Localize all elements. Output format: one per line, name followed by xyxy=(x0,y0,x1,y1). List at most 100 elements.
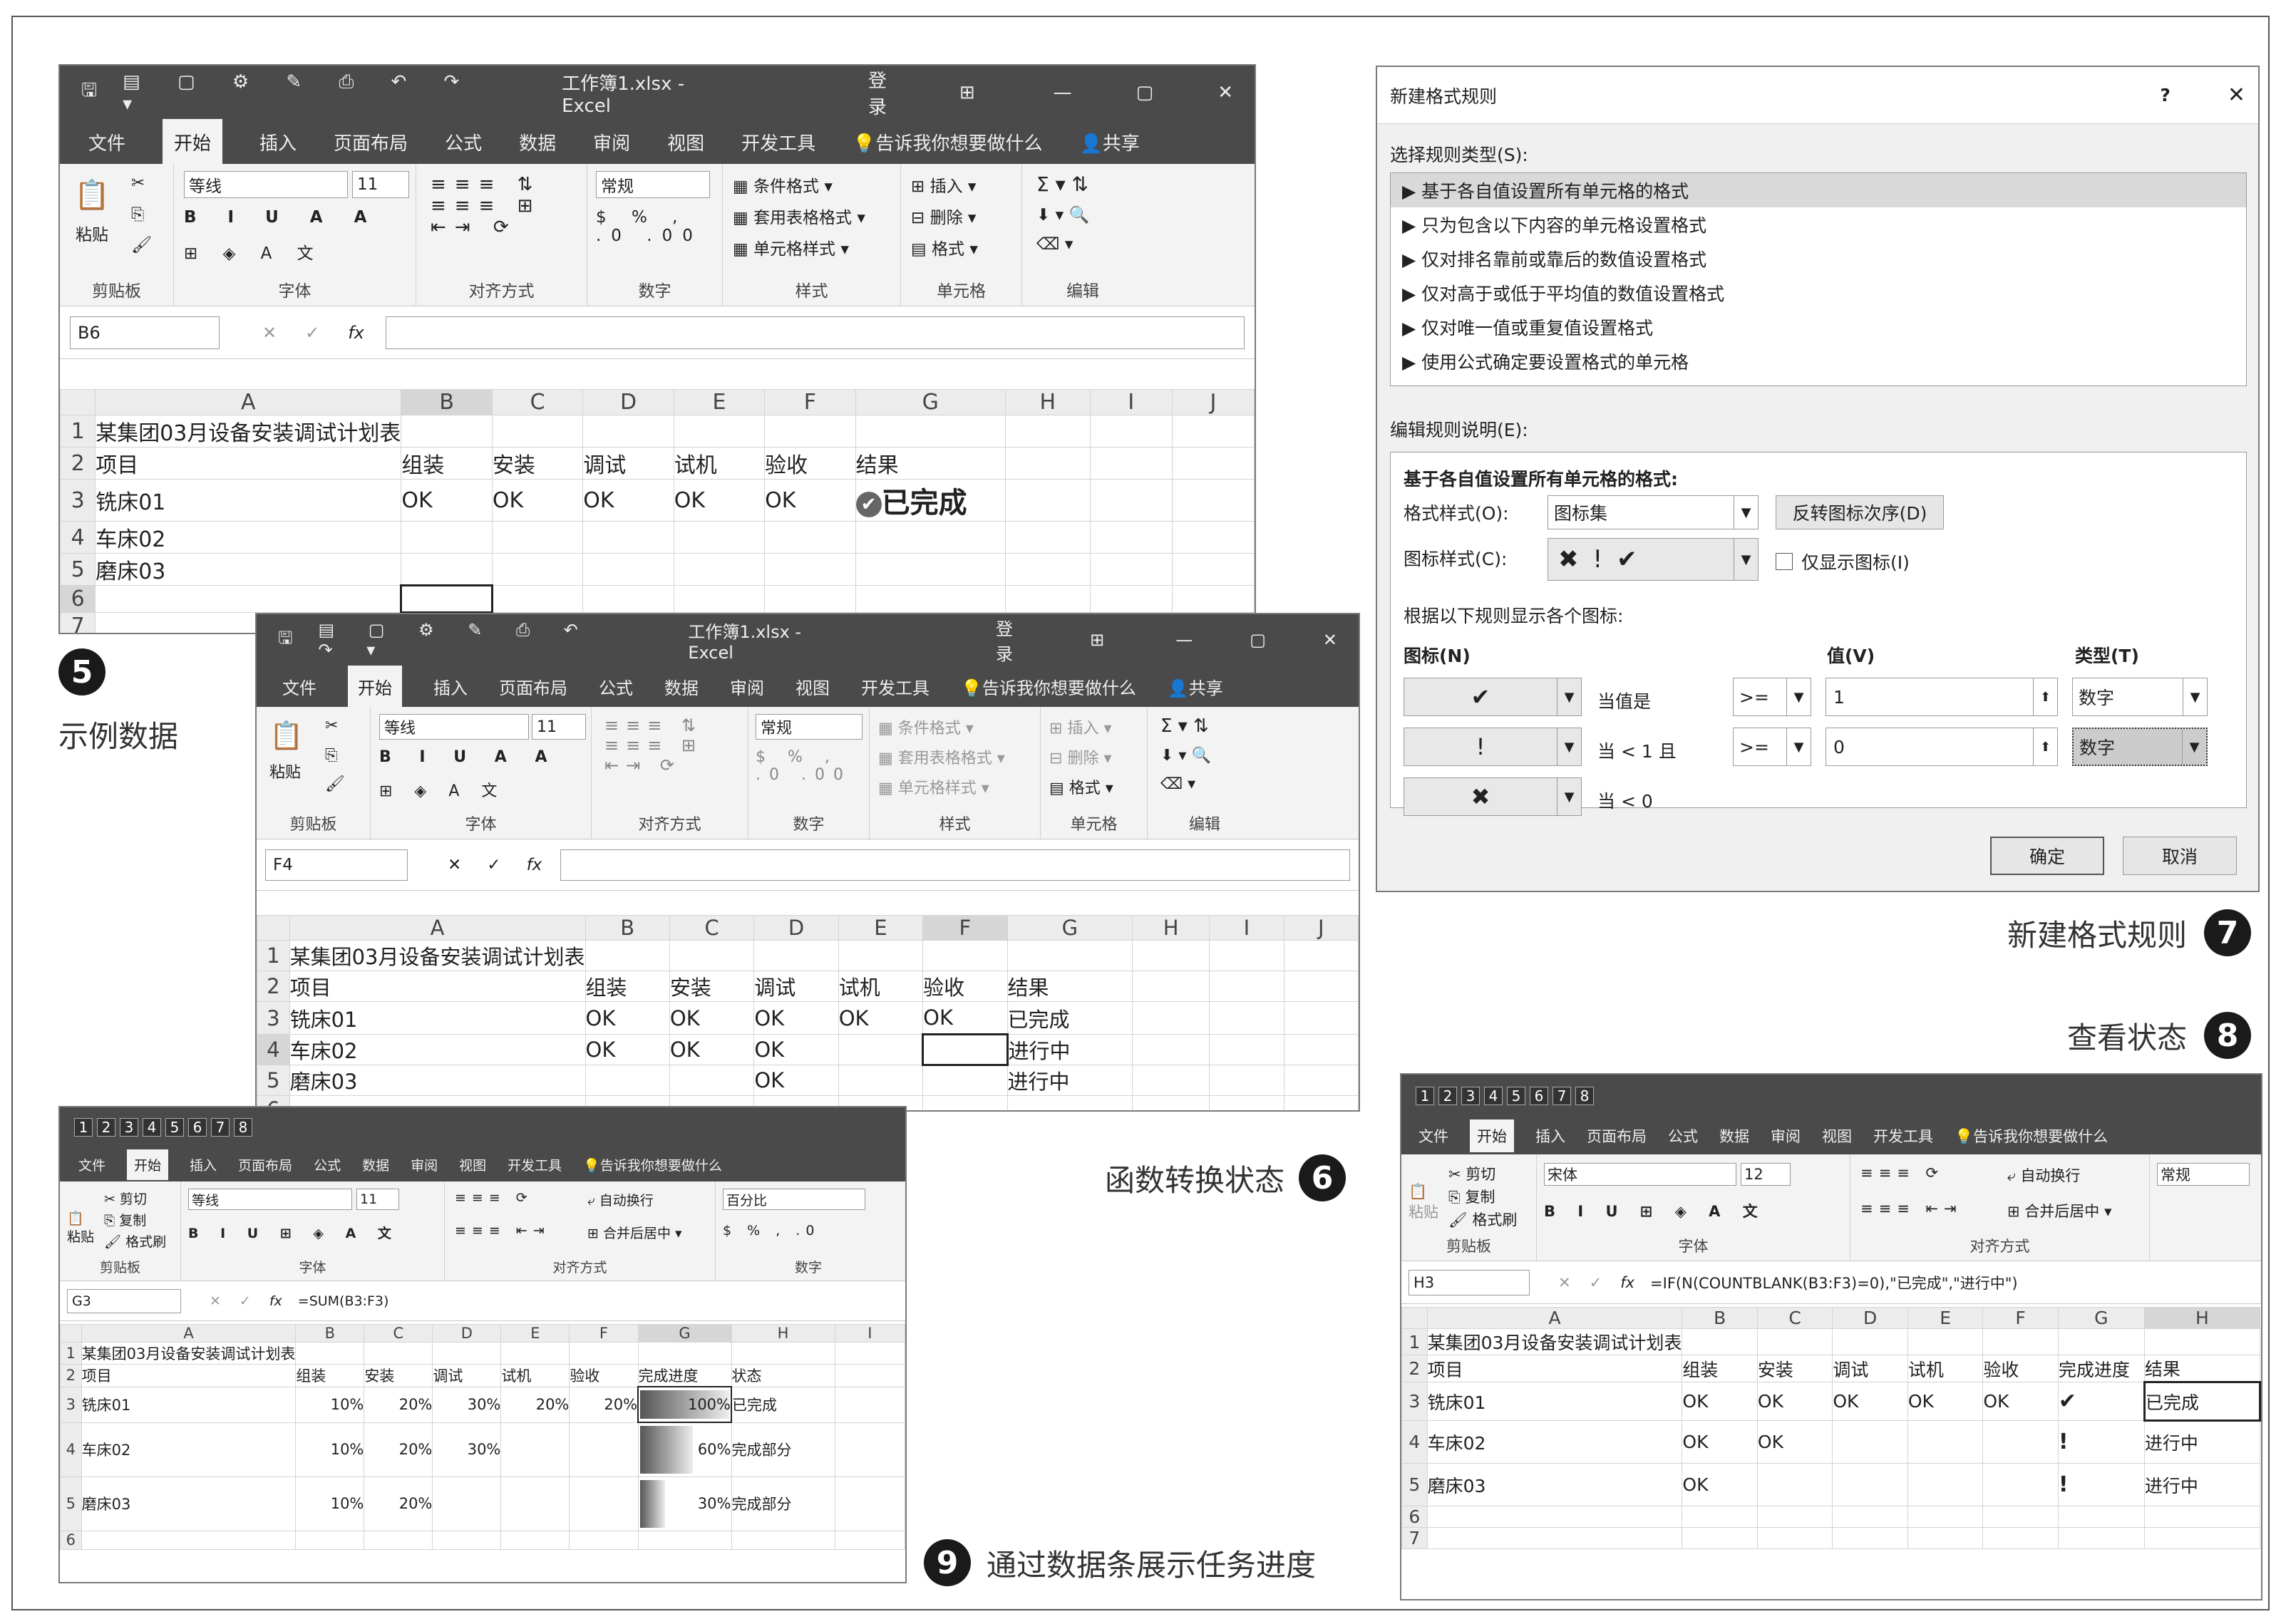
cell[interactable]: 调试 xyxy=(432,1364,502,1387)
copy-icon[interactable]: ⎘ xyxy=(131,205,144,224)
column-header[interactable]: H xyxy=(731,1324,835,1343)
tab-developer[interactable]: 开发工具 xyxy=(861,674,930,699)
column-header[interactable]: H xyxy=(2143,1307,2261,1329)
cell[interactable]: 已完成 xyxy=(731,1386,835,1423)
number-buttons[interactable]: $ % , .0 .00 xyxy=(756,748,852,784)
enter-icon[interactable]: ✓ xyxy=(487,856,500,874)
tab-insert[interactable]: 插入 xyxy=(433,674,468,699)
tab-insert[interactable]: 插入 xyxy=(190,1155,217,1174)
paste-button[interactable]: 📋 粘贴 xyxy=(67,1210,94,1246)
font-name-select[interactable]: 等线 xyxy=(188,1189,352,1210)
tab-review[interactable]: 审阅 xyxy=(730,674,764,699)
cancel-icon[interactable]: ✕ xyxy=(210,1293,221,1309)
progress-cell[interactable]: 100% xyxy=(637,1386,732,1423)
tab-data[interactable]: 数据 xyxy=(519,129,556,155)
sheet-title-cell[interactable]: 某集团03月设备安装调试计划表 xyxy=(1426,1328,1683,1355)
column-header[interactable]: C xyxy=(364,1324,433,1343)
cell[interactable]: 安装 xyxy=(669,971,755,1002)
column-header[interactable]: F xyxy=(764,389,856,415)
column-header[interactable]: A xyxy=(1426,1307,1683,1329)
column-header[interactable]: F xyxy=(922,915,1008,941)
font-size-select[interactable]: 11 xyxy=(352,171,409,198)
font-name-select[interactable]: 宋体 xyxy=(1544,1163,1736,1186)
format-painter-button[interactable]: 🖌 格式刷 xyxy=(104,1231,166,1251)
cell[interactable]: OK xyxy=(669,1034,755,1065)
cell[interactable]: 完成进度 xyxy=(2057,1355,2145,1382)
column-header[interactable]: J xyxy=(1283,915,1359,941)
formula-input[interactable]: =IF(N(COUNTBLANK(B3:F3)=0),"已完成","进行中") xyxy=(1650,1272,2018,1293)
cell[interactable]: OK xyxy=(401,479,493,522)
number-format-select[interactable]: 常规 xyxy=(756,714,863,740)
formula-input[interactable] xyxy=(560,849,1350,881)
font-name-select[interactable]: 等线 xyxy=(379,714,529,740)
align-buttons[interactable]: ≡≡≡ ⇅ ≡≡≡ ⊞ ⇤⇥ ⟳ xyxy=(431,174,541,238)
cell[interactable]: 结果 xyxy=(855,447,1006,480)
format-button[interactable]: ▤ 格式 ▾ xyxy=(911,235,978,259)
tell-me-box[interactable]: 💡告诉我你想要做什么 xyxy=(1955,1125,2108,1147)
login-link[interactable]: 登录 xyxy=(868,66,902,119)
rule-type-item[interactable]: ▶ 仅对唯一值或重复值设置格式 xyxy=(1391,310,2246,344)
merge-center-button[interactable]: ⊞ 合并后居中 ▾ xyxy=(587,1223,682,1242)
login-link[interactable]: 登录 xyxy=(996,615,1026,665)
cell[interactable]: OK xyxy=(922,1001,1008,1035)
tab-file[interactable]: 文件 xyxy=(88,129,125,155)
cell[interactable]: 试机 xyxy=(673,447,766,480)
column-header[interactable]: D xyxy=(1832,1307,1908,1329)
cell[interactable]: 状态 xyxy=(731,1364,835,1387)
column-header[interactable]: E xyxy=(1907,1307,1984,1329)
name-box[interactable]: H3 xyxy=(1409,1269,1530,1295)
close-icon[interactable]: ✕ xyxy=(1323,630,1337,650)
cell[interactable]: 组装 xyxy=(401,447,493,480)
active-cell[interactable]: 已完成 xyxy=(2143,1381,2261,1422)
rule-type-item[interactable]: ▶ 只为包含以下内容的单元格设置格式 xyxy=(1391,207,2246,242)
column-header[interactable]: F xyxy=(569,1324,639,1343)
enter-icon[interactable]: ✓ xyxy=(240,1293,251,1309)
minimize-icon[interactable]: — xyxy=(1054,82,1072,103)
delete-button[interactable]: ⊟ 删除 ▾ xyxy=(1049,745,1112,768)
cell[interactable]: 30% xyxy=(432,1422,502,1477)
indent-buttons[interactable]: ≡≡≡ ⇤⇥ xyxy=(1860,1200,1962,1217)
tab-layout[interactable]: 页面布局 xyxy=(499,674,567,699)
enter-icon[interactable]: ✓ xyxy=(305,323,319,343)
cell[interactable]: 30% xyxy=(432,1386,502,1423)
tab-insert[interactable]: 插入 xyxy=(1535,1125,1565,1147)
cell[interactable]: 进行中 xyxy=(1006,1065,1133,1096)
cell[interactable]: OK xyxy=(753,1065,839,1096)
border-fill-color-buttons[interactable]: ⊞ ◈ A 文 xyxy=(379,778,505,801)
name-box[interactable]: B6 xyxy=(70,316,220,349)
cell[interactable]: 20% xyxy=(500,1386,570,1423)
value-input-2[interactable]: 0 ⬆ xyxy=(1826,728,2058,766)
cell[interactable]: OK xyxy=(753,1001,839,1035)
cell[interactable]: 验收 xyxy=(1982,1355,2059,1382)
cancel-icon[interactable]: ✕ xyxy=(448,856,461,874)
cell[interactable]: OK xyxy=(585,1001,670,1035)
font-style-buttons[interactable]: B I U ⊞ ◈ A 文 xyxy=(188,1223,400,1242)
cell[interactable]: 完成部分 xyxy=(731,1476,835,1531)
conditional-format-button[interactable]: ▦ 条件格式 ▾ xyxy=(733,172,833,197)
rule-type-item[interactable]: ▶ 仅对排名靠前或靠后的数值设置格式 xyxy=(1391,242,2246,276)
function-icon[interactable]: fx xyxy=(269,1293,282,1309)
tab-review[interactable]: 审阅 xyxy=(411,1155,438,1174)
cell[interactable]: 试机 xyxy=(838,971,924,1002)
cell[interactable]: 完成进度 xyxy=(637,1364,732,1387)
tab-view[interactable]: 视图 xyxy=(667,129,704,155)
column-header[interactable]: A xyxy=(81,1324,297,1343)
cell[interactable]: 项目 xyxy=(1426,1355,1683,1382)
function-icon[interactable]: fx xyxy=(348,323,364,343)
wrap-text-button[interactable]: ⤶ 自动换行 xyxy=(2007,1164,2080,1186)
rule-type-item[interactable]: ▶ 使用公式确定要设置格式的单元格 xyxy=(1391,344,2246,378)
column-header[interactable]: A xyxy=(95,389,402,415)
align-buttons[interactable]: ≡≡≡ ⟳ xyxy=(455,1190,533,1206)
column-header[interactable]: G xyxy=(1006,915,1133,941)
tab-view[interactable]: 视图 xyxy=(459,1155,486,1174)
cell[interactable]: 20% xyxy=(569,1386,639,1423)
cell[interactable]: 进行中 xyxy=(2143,1463,2261,1506)
cut-button[interactable]: ✂ 剪切 xyxy=(104,1189,147,1208)
cancel-button[interactable]: 取消 xyxy=(2123,837,2237,875)
cell[interactable]: 进行中 xyxy=(1006,1034,1133,1065)
tab-developer[interactable]: 开发工具 xyxy=(508,1155,562,1174)
insert-button[interactable]: ⊞ 插入 ▾ xyxy=(911,172,976,197)
column-header[interactable]: J xyxy=(1171,389,1255,415)
number-format-select[interactable]: 常规 xyxy=(596,171,710,198)
cell[interactable]: 车床02 xyxy=(289,1034,586,1065)
